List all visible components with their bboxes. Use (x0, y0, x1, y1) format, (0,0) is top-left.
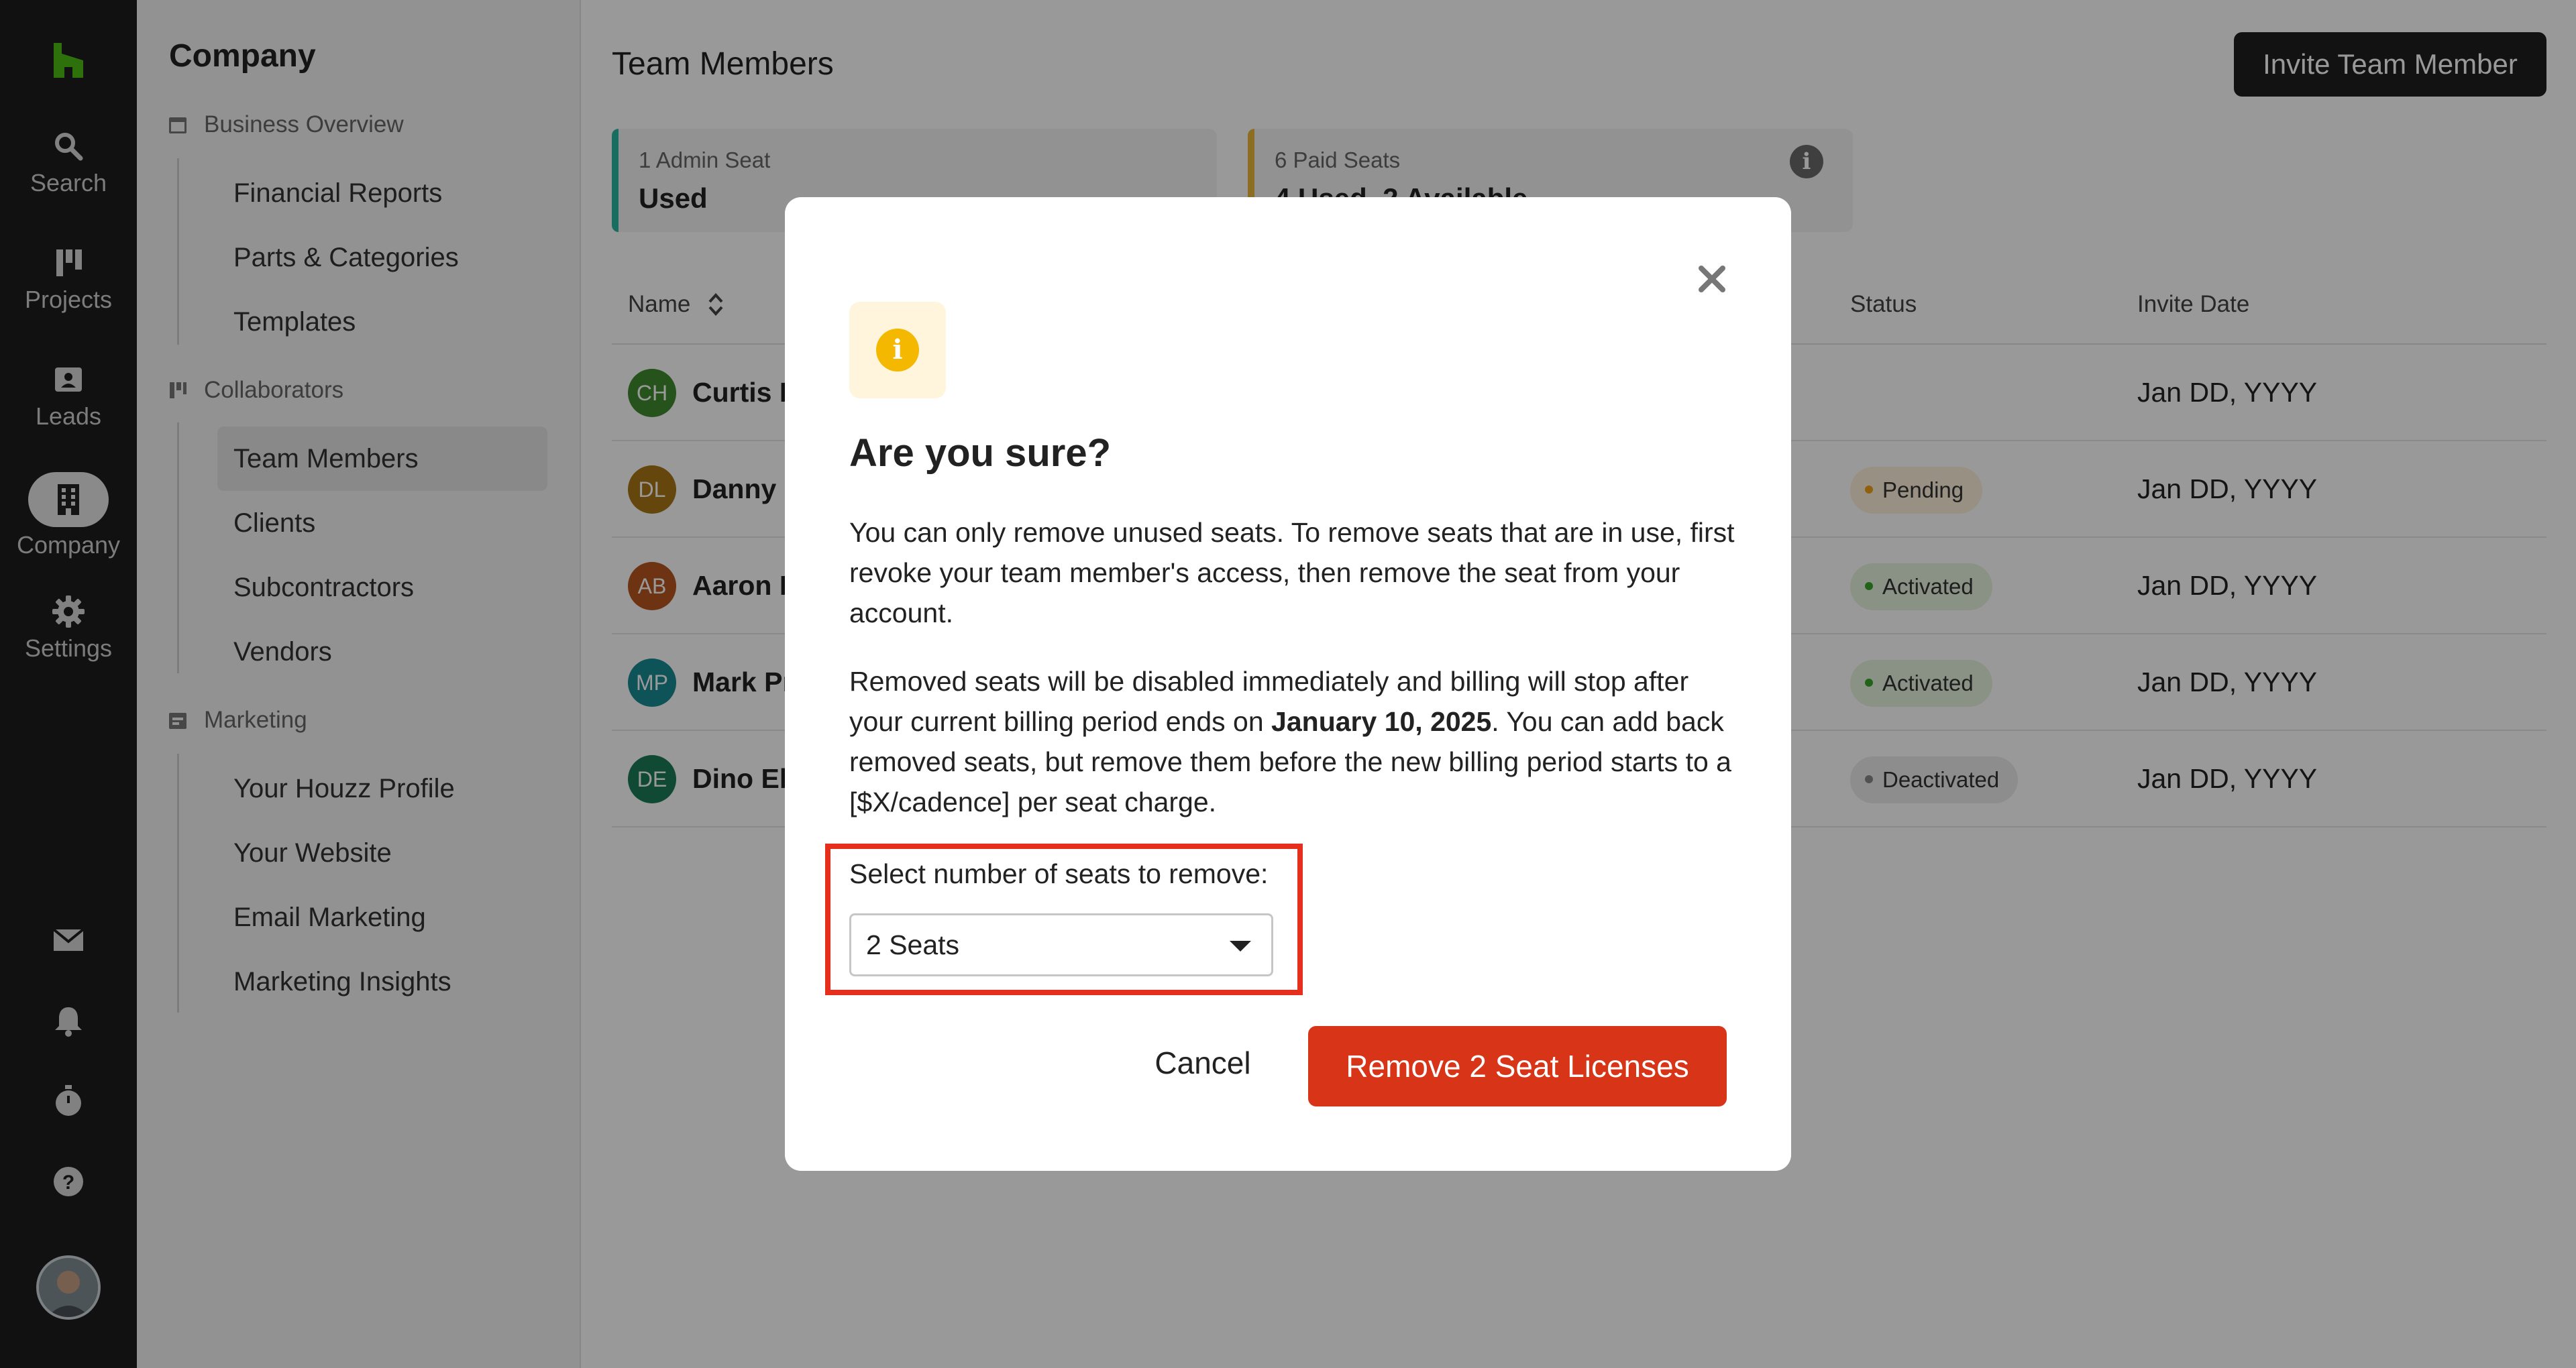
seats-select-value: 2 Seats (866, 929, 960, 960)
seats-select-label: Select number of seats to remove: (849, 858, 1269, 889)
chevron-down-icon (1230, 941, 1251, 952)
dialog-paragraph-1: You can only remove unused seats. To rem… (849, 517, 1735, 628)
cancel-button[interactable]: Cancel (1112, 1026, 1293, 1100)
remove-seat-licenses-button[interactable]: Remove 2 Seat Licenses (1308, 1026, 1727, 1106)
dialog-paragraph-2: Removed seats will be disabled immediate… (849, 661, 1741, 822)
seats-select[interactable]: 2 Seats (849, 913, 1273, 976)
info-warning-icon: i (876, 329, 919, 372)
billing-date: January 10, 2025 (1271, 706, 1492, 737)
warning-icon-box: i (849, 302, 946, 398)
remove-seats-dialog: i Are you sure? You can only remove unus… (785, 197, 1791, 1171)
dialog-title: Are you sure? (849, 431, 1111, 475)
close-icon[interactable] (1692, 259, 1732, 299)
